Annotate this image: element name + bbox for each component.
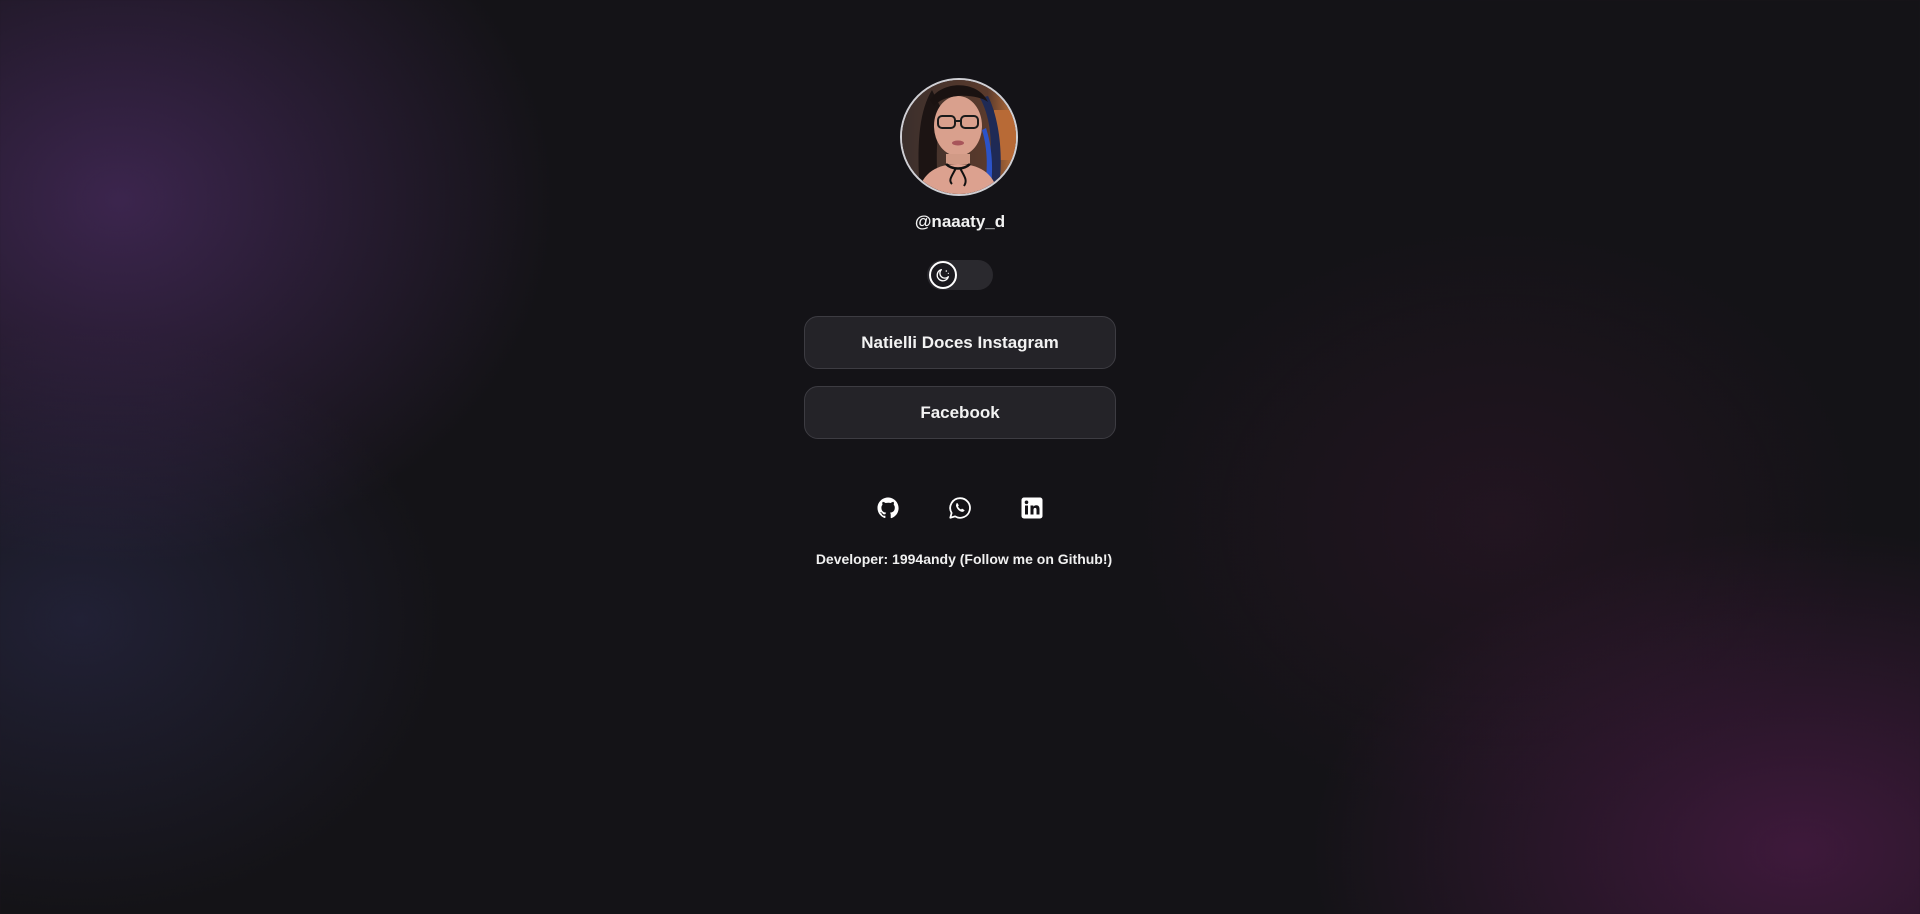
whatsapp-icon[interactable] <box>946 494 974 522</box>
toggle-knob <box>929 261 957 289</box>
profile-photo <box>902 80 1016 194</box>
avatar <box>900 78 1018 196</box>
facebook-link-button[interactable]: Facebook <box>804 386 1116 439</box>
link-page: @naaaty_d Natielli Doces Instagram Faceb… <box>0 0 1920 914</box>
theme-toggle[interactable] <box>927 260 993 290</box>
moon-icon <box>936 269 949 282</box>
developer-credit: Developer: 1994andy (Follow me on Github… <box>815 551 1113 567</box>
social-links <box>0 494 1920 522</box>
github-icon[interactable] <box>874 494 902 522</box>
instagram-link-button[interactable]: Natielli Doces Instagram <box>804 316 1116 369</box>
username: @naaaty_d <box>914 212 1006 231</box>
linkedin-icon[interactable] <box>1018 494 1046 522</box>
